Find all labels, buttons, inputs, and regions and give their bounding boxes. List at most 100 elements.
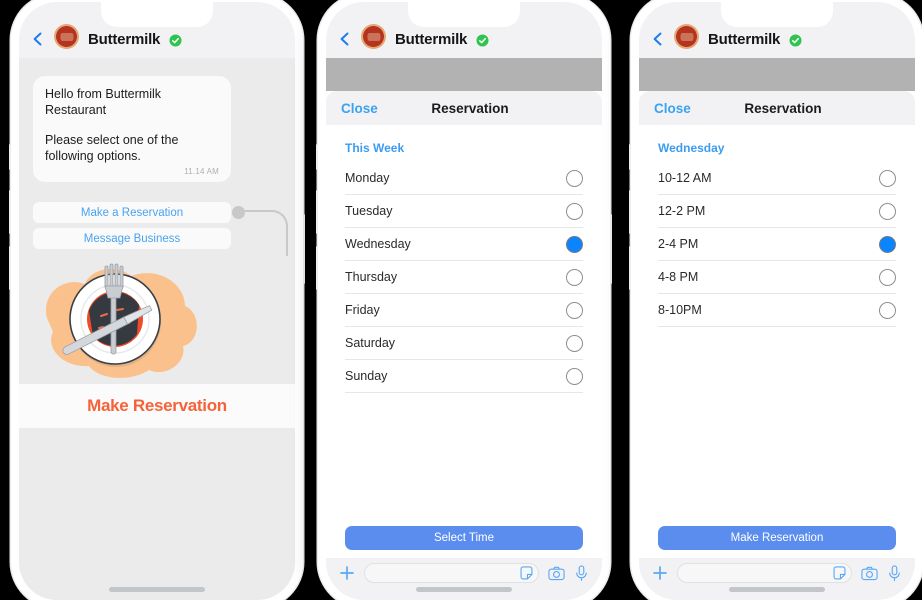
- radio-button-selected[interactable]: [566, 235, 583, 253]
- list-item[interactable]: Tuesday: [345, 195, 583, 228]
- back-chevron-icon[interactable]: [31, 32, 45, 46]
- make-a-reservation-label: Make a Reservation: [80, 206, 184, 219]
- option-label: Saturday: [345, 336, 396, 350]
- sticker-icon[interactable]: [519, 566, 534, 581]
- message-input-bar: [639, 558, 915, 600]
- message-input-bar: [326, 558, 602, 600]
- radio-button[interactable]: [879, 301, 896, 319]
- make-reservation-button[interactable]: Make Reservation: [658, 526, 896, 550]
- phone2-notch: [408, 2, 520, 27]
- phone1-screen: Buttermilk Hello from Buttermilk Restaur…: [19, 2, 295, 600]
- phone2-screen: Buttermilk Close Reservation This Week M…: [326, 2, 602, 600]
- option-label: Friday: [345, 303, 380, 317]
- phone1-home-indicator[interactable]: [109, 587, 205, 592]
- phone1-notch: [101, 2, 213, 27]
- select-time-label: Select Time: [433, 532, 495, 544]
- message-input-field[interactable]: [364, 563, 539, 583]
- list-item[interactable]: Wednesday: [345, 228, 583, 261]
- phone2-volume-down: [316, 246, 318, 290]
- make-reservation-label: Make Reservation: [730, 532, 824, 544]
- message-timestamp: 11.14 AM: [184, 167, 219, 176]
- close-button[interactable]: Close: [341, 101, 378, 116]
- avatar[interactable]: [54, 24, 79, 49]
- message-line-1: Hello from Buttermilk Restaurant: [45, 87, 161, 117]
- phone3-dim-overlay: [639, 58, 915, 91]
- radio-button[interactable]: [566, 367, 583, 385]
- phone3-sheet-body: Close Reservation Wednesday 10-12 AM 12-…: [639, 58, 915, 600]
- restaurant-illustration-panel: [19, 256, 295, 384]
- option-label: 2-4 PM: [658, 237, 699, 251]
- make-reservation-cta-strip[interactable]: Make Reservation: [19, 384, 295, 428]
- phone1-volume-up: [9, 190, 11, 234]
- phone2-mute-switch: [316, 144, 318, 170]
- phone1-volume-down: [9, 246, 11, 290]
- radio-button[interactable]: [566, 301, 583, 319]
- section-header: This Week: [345, 141, 405, 155]
- phone2-dim-overlay: [326, 58, 602, 91]
- option-label: 10-12 AM: [658, 171, 712, 185]
- option-label: Wednesday: [345, 237, 411, 251]
- message-business-label: Message Business: [83, 232, 181, 245]
- list-item[interactable]: 10-12 AM: [658, 162, 896, 195]
- phone1-chat-body: Hello from Buttermilk Restaurant Please …: [19, 58, 295, 600]
- radio-button[interactable]: [566, 169, 583, 187]
- reservation-sheet: Close Reservation This Week Monday Tuesd…: [326, 91, 602, 600]
- sheet-header: Close Reservation: [326, 91, 602, 125]
- list-item[interactable]: 12-2 PM: [658, 195, 896, 228]
- list-item[interactable]: Monday: [345, 162, 583, 195]
- avatar[interactable]: [674, 24, 699, 49]
- phone2-home-indicator[interactable]: [416, 587, 512, 592]
- message-business-button[interactable]: Message Business: [33, 228, 231, 249]
- camera-icon[interactable]: [861, 565, 878, 582]
- phone3-notch: [721, 2, 833, 27]
- reservation-time-sheet: Close Reservation Wednesday 10-12 AM 12-…: [639, 91, 915, 600]
- microphone-icon[interactable]: [887, 564, 902, 582]
- select-time-button[interactable]: Select Time: [345, 526, 583, 550]
- option-label: Monday: [345, 171, 390, 185]
- phone-mockup-2: Buttermilk Close Reservation This Week M…: [316, 0, 612, 600]
- option-label: Tuesday: [345, 204, 393, 218]
- phone3-volume-up: [629, 190, 631, 234]
- message-input-field[interactable]: [677, 563, 852, 583]
- list-item[interactable]: Friday: [345, 294, 583, 327]
- plus-icon[interactable]: [652, 565, 668, 581]
- day-options-list: Monday Tuesday Wednesday Thursday Friday…: [326, 162, 602, 393]
- option-label: 8-10PM: [658, 303, 702, 317]
- plate-with-fork-and-knife-illustration: [45, 263, 197, 378]
- phone1-power-button: [303, 214, 305, 284]
- list-item[interactable]: 8-10PM: [658, 294, 896, 327]
- business-name: Buttermilk: [88, 31, 161, 48]
- back-chevron-icon[interactable]: [338, 32, 352, 46]
- list-item[interactable]: 4-8 PM: [658, 261, 896, 294]
- section-header: Wednesday: [658, 141, 725, 155]
- phone3-volume-down: [629, 246, 631, 290]
- verified-badge-icon: [169, 34, 182, 47]
- avatar[interactable]: [361, 24, 386, 49]
- radio-button[interactable]: [566, 334, 583, 352]
- list-item[interactable]: Sunday: [345, 360, 583, 393]
- close-button[interactable]: Close: [654, 101, 691, 116]
- camera-icon[interactable]: [548, 565, 565, 582]
- sticker-icon[interactable]: [832, 566, 847, 581]
- list-item[interactable]: Thursday: [345, 261, 583, 294]
- phone2-power-button: [610, 214, 612, 284]
- verified-badge-icon: [789, 34, 802, 47]
- phone3-home-indicator[interactable]: [729, 587, 825, 592]
- make-reservation-cta-label: Make Reservation: [87, 396, 227, 415]
- radio-button[interactable]: [566, 268, 583, 286]
- make-a-reservation-button[interactable]: Make a Reservation: [33, 202, 231, 223]
- option-label: Sunday: [345, 369, 388, 383]
- back-chevron-icon[interactable]: [651, 32, 665, 46]
- microphone-icon[interactable]: [574, 564, 589, 582]
- list-item[interactable]: 2-4 PM: [658, 228, 896, 261]
- option-label: 4-8 PM: [658, 270, 699, 284]
- radio-button[interactable]: [879, 268, 896, 286]
- list-item[interactable]: Saturday: [345, 327, 583, 360]
- phone1-bottom-area: [19, 428, 295, 600]
- radio-button[interactable]: [566, 202, 583, 220]
- sheet-header: Close Reservation: [639, 91, 915, 125]
- radio-button-selected[interactable]: [879, 235, 896, 253]
- plus-icon[interactable]: [339, 565, 355, 581]
- radio-button[interactable]: [879, 202, 896, 220]
- radio-button[interactable]: [879, 169, 896, 187]
